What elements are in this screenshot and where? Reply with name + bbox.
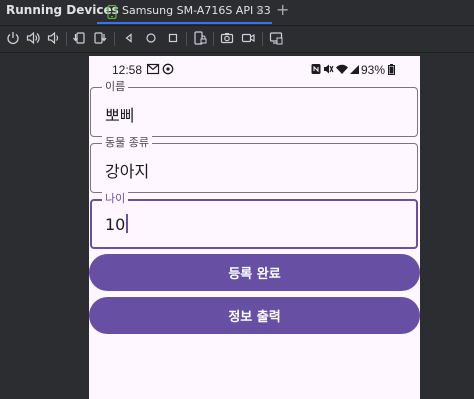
volume-down-icon[interactable] (46, 31, 62, 47)
toolbar-divider (0, 52, 474, 53)
home-icon[interactable] (144, 31, 160, 47)
battery-level: 93% (361, 63, 396, 77)
device-toolbar (0, 28, 474, 50)
screenshot-icon[interactable] (220, 31, 236, 47)
status-right-icons (311, 63, 361, 78)
back-icon[interactable] (122, 31, 138, 47)
status-left-icons (146, 63, 175, 78)
phone-device-icon (107, 4, 117, 23)
device-frame-icon[interactable] (269, 31, 285, 47)
nfc-icon (311, 64, 321, 74)
text-cursor (126, 214, 129, 233)
screen-record-icon[interactable] (241, 31, 257, 47)
header-divider (0, 25, 474, 26)
toolbar-separator (262, 32, 263, 46)
gmail-icon (146, 63, 160, 75)
toolbar-separator (213, 32, 214, 46)
age-field-label: 나이 (102, 192, 129, 205)
status-time: 12:58 (112, 63, 143, 77)
wifi-icon (336, 64, 348, 74)
print-info-button[interactable]: 정보 출력 (89, 297, 420, 334)
age-field-value: 10 (105, 214, 129, 234)
rotate-right-icon[interactable] (93, 31, 109, 47)
power-icon[interactable] (6, 31, 22, 47)
device-lock-icon[interactable] (193, 31, 209, 47)
age-field[interactable]: 나이 10 (90, 192, 418, 249)
battery-icon (388, 64, 396, 75)
signal-icon (350, 65, 359, 74)
sync-icon (162, 63, 174, 75)
close-tab-icon[interactable]: × (255, 3, 265, 17)
add-tab-icon[interactable]: + (276, 0, 289, 19)
device-screen[interactable]: 12:58 93% 이름 뽀삐 동물 종류 강아지 나이 10 등록 완료 정보… (89, 56, 420, 399)
toolbar-separator (186, 32, 187, 46)
rotate-left-icon[interactable] (72, 31, 88, 47)
status-bar: 12:58 93% (89, 56, 420, 84)
overview-icon[interactable] (166, 31, 182, 47)
device-tab[interactable]: Samsung SM-A716S API 33 × (97, 0, 272, 24)
name-field-label: 이름 (102, 80, 129, 93)
name-field[interactable]: 이름 뽀삐 (90, 80, 418, 137)
name-field-value: 뽀삐 (105, 106, 135, 125)
animal-type-field-label: 동물 종류 (102, 136, 152, 149)
mute-icon (324, 64, 334, 74)
age-field-text: 10 (105, 215, 126, 234)
register-complete-button[interactable]: 등록 완료 (89, 254, 420, 291)
tool-window-header: Running Devices Samsung SM-A716S API 33 … (0, 0, 474, 24)
toolbar-separator (114, 32, 115, 46)
device-tab-label: Samsung SM-A716S API 33 (122, 4, 271, 17)
animal-type-field[interactable]: 동물 종류 강아지 (90, 136, 418, 193)
toolbar-separator (66, 32, 67, 46)
animal-type-field-value: 강아지 (105, 162, 150, 181)
volume-up-icon[interactable] (26, 31, 42, 47)
